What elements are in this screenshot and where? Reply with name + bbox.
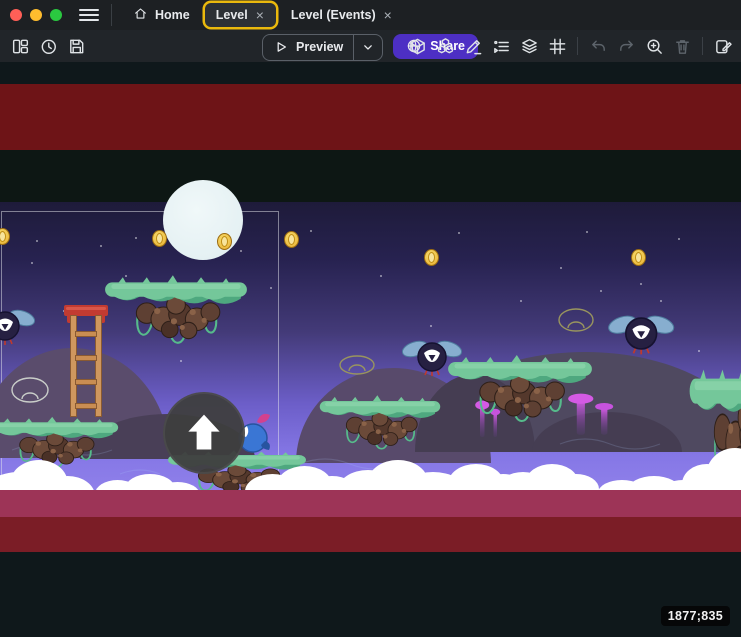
toolbar: Preview Share xyxy=(0,30,741,62)
star xyxy=(678,238,680,240)
coin-sprite[interactable] xyxy=(631,249,646,266)
star xyxy=(600,290,602,292)
band[interactable] xyxy=(0,84,741,150)
preview-label: Preview xyxy=(296,40,343,54)
close-button[interactable] xyxy=(10,9,22,21)
zoom-in-icon[interactable] xyxy=(644,36,664,56)
star xyxy=(560,267,562,269)
grid-icon[interactable] xyxy=(547,36,567,56)
star xyxy=(640,283,642,285)
ground-band[interactable] xyxy=(0,517,741,552)
moon-sprite[interactable] xyxy=(163,180,243,260)
editor-window: HomeLevel×Level (Events)× Preview Share … xyxy=(0,0,741,637)
tab-label: Level (Events) xyxy=(291,8,376,22)
floating-island-sprite[interactable] xyxy=(318,388,442,456)
preview-button[interactable]: Preview xyxy=(262,34,383,61)
instances-list-icon[interactable] xyxy=(491,36,511,56)
trash-icon xyxy=(672,36,692,56)
cursor-coordinates: 1877;835 xyxy=(661,606,730,626)
cloud-sprite[interactable] xyxy=(682,448,692,458)
star xyxy=(586,231,588,233)
history-icon[interactable] xyxy=(38,36,58,56)
star xyxy=(520,300,522,302)
tab-label: Home xyxy=(155,8,190,22)
toolbar-separator xyxy=(577,37,578,55)
layers-icon[interactable] xyxy=(519,36,539,56)
ground-band[interactable] xyxy=(0,490,741,517)
redo-icon xyxy=(616,36,636,56)
hidden-object-outline[interactable] xyxy=(338,354,376,376)
tab-close-icon[interactable]: × xyxy=(255,8,265,22)
hidden-object-outline[interactable] xyxy=(10,376,50,404)
play-icon xyxy=(273,39,289,55)
floating-island-sprite[interactable] xyxy=(0,410,120,474)
maximize-button[interactable] xyxy=(50,9,62,21)
scene-canvas[interactable]: 1877;835 xyxy=(0,62,741,637)
cloud-sprite[interactable] xyxy=(95,474,105,484)
menu-icon[interactable] xyxy=(79,5,99,25)
coin-sprite[interactable] xyxy=(284,231,299,248)
save-icon[interactable] xyxy=(66,36,86,56)
toolbar-separator xyxy=(702,37,703,55)
titlebar: Home Level × Level (Events) × xyxy=(0,0,741,30)
tab-close-icon[interactable]: × xyxy=(383,8,393,22)
arrow-up-icon xyxy=(181,410,227,456)
coin-sprite[interactable] xyxy=(217,233,232,250)
tab-label: Level xyxy=(216,8,248,22)
enemy-sprite[interactable] xyxy=(400,332,464,380)
floating-island-sprite[interactable] xyxy=(446,346,594,430)
ladder-sprite[interactable] xyxy=(66,305,106,417)
cloud-sprite[interactable] xyxy=(338,458,348,468)
coin-sprite[interactable] xyxy=(424,249,439,266)
minimize-button[interactable] xyxy=(30,9,42,21)
cloud-sprite[interactable] xyxy=(498,464,508,474)
objects-panel-icon[interactable] xyxy=(407,36,427,56)
toolbar-left-group xyxy=(10,36,86,56)
tab-bar: Home Level × Level (Events) × xyxy=(111,4,404,26)
star xyxy=(660,300,662,302)
star xyxy=(430,325,432,327)
jump-button-control[interactable] xyxy=(163,392,245,474)
tab-home[interactable]: Home xyxy=(122,3,201,27)
star xyxy=(458,232,460,234)
chevron-down-icon xyxy=(360,39,376,55)
tab-level[interactable]: Level × xyxy=(205,3,276,27)
object-groups-icon[interactable] xyxy=(435,36,455,56)
edit-scene-icon[interactable] xyxy=(713,36,733,56)
floating-island-sprite[interactable] xyxy=(103,266,249,352)
panels-icon[interactable] xyxy=(10,36,30,56)
edit-properties-icon[interactable] xyxy=(463,36,483,56)
enemy-sprite[interactable] xyxy=(0,301,37,349)
coin-sprite[interactable] xyxy=(152,230,167,247)
window-controls xyxy=(0,9,62,21)
band[interactable] xyxy=(0,150,741,202)
cloud-sprite[interactable] xyxy=(245,466,255,476)
star xyxy=(310,230,312,232)
cloud-sprite[interactable] xyxy=(598,474,608,484)
hidden-object-outline[interactable] xyxy=(557,307,595,333)
star xyxy=(380,275,382,277)
home-icon xyxy=(133,6,148,24)
tab-level-events[interactable]: Level (Events) × xyxy=(280,3,404,27)
toolbar-right-group xyxy=(407,36,733,56)
preview-dropdown-button[interactable] xyxy=(353,35,382,60)
enemy-sprite[interactable] xyxy=(606,306,676,359)
undo-icon xyxy=(588,36,608,56)
